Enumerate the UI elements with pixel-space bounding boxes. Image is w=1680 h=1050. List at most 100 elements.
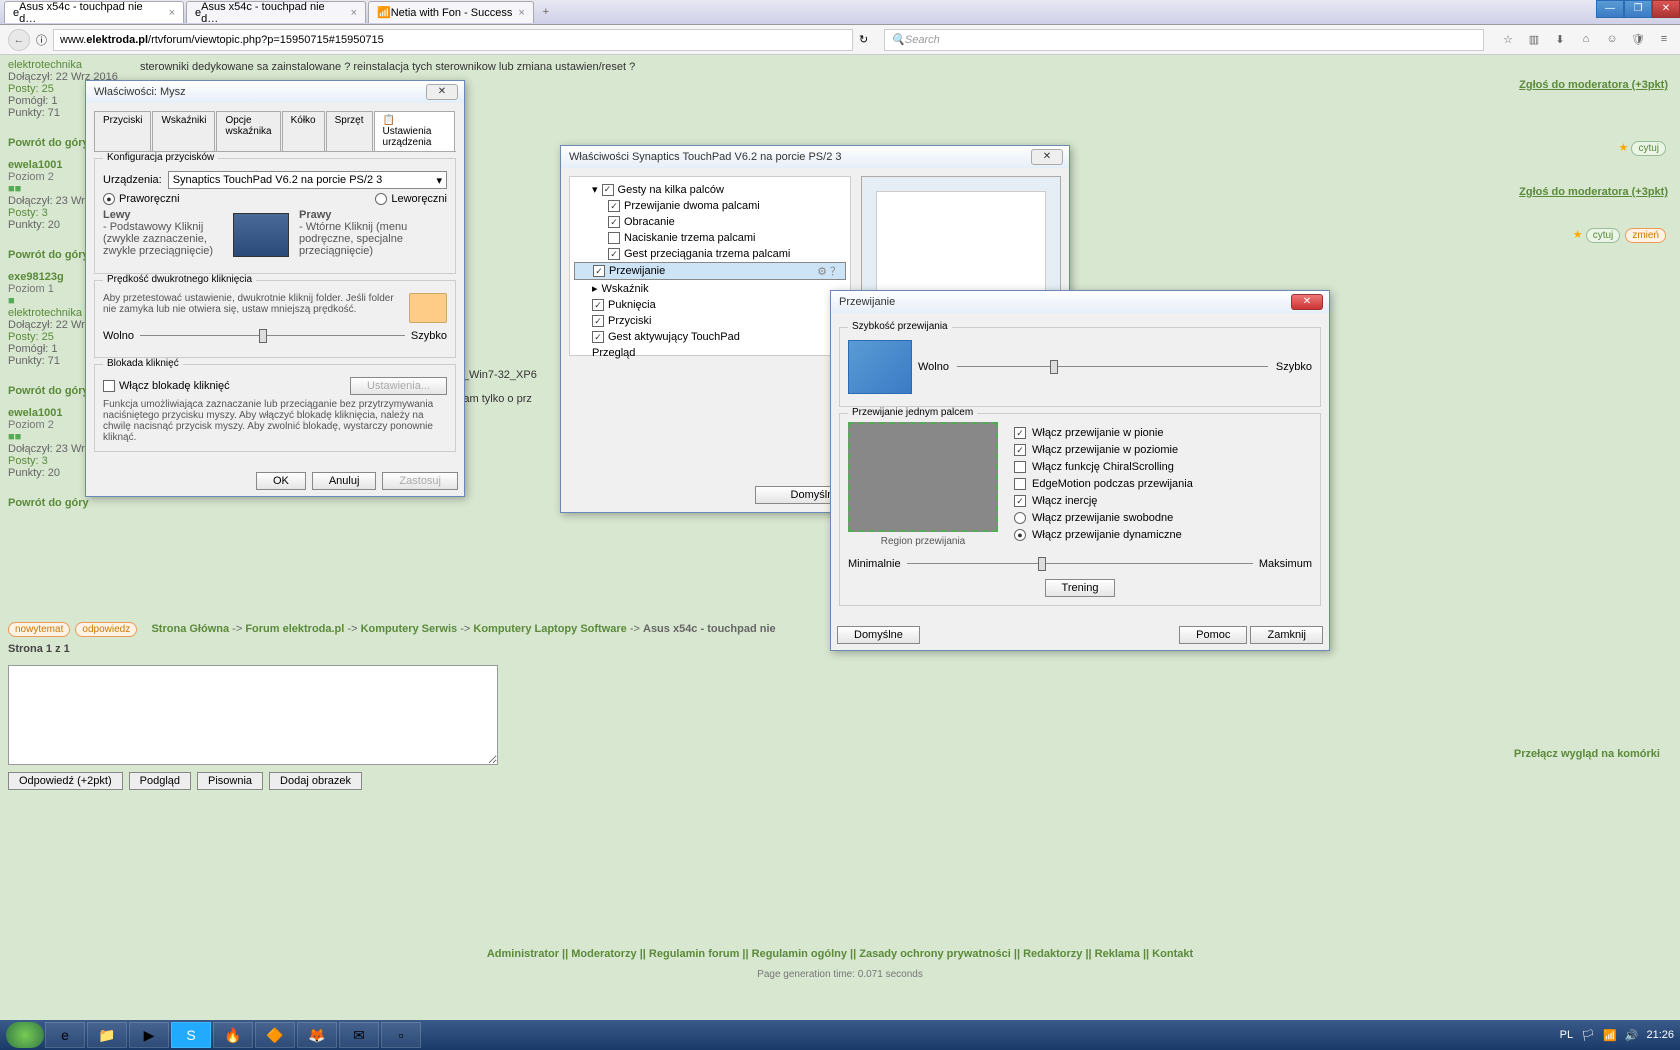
close-icon[interactable]: ✕ bbox=[1291, 294, 1323, 310]
tab-buttons[interactable]: Przyciski bbox=[94, 111, 151, 151]
network-icon[interactable]: 📶 bbox=[1603, 1029, 1617, 1042]
tab-device-settings[interactable]: Ustawienia urządzenia bbox=[374, 111, 455, 151]
tree-item[interactable]: Przegląd bbox=[574, 345, 846, 361]
tab-pointers[interactable]: Wskaźniki bbox=[152, 111, 215, 151]
clicklock-checkbox[interactable]: Włącz blokadę kliknięć bbox=[103, 380, 230, 392]
breadcrumb[interactable]: Forum elektroda.pl bbox=[245, 623, 344, 635]
close-icon[interactable]: ✕ bbox=[426, 84, 458, 100]
quote-button[interactable]: cytuj bbox=[1586, 228, 1621, 243]
cancel-button[interactable]: Anuluj bbox=[312, 472, 377, 490]
tree-item[interactable]: ✓Przewijanie dwoma palcami bbox=[574, 198, 846, 214]
home-icon[interactable]: ⌂ bbox=[1578, 33, 1594, 46]
downloads-icon[interactable]: ⬇ bbox=[1552, 33, 1568, 46]
training-button[interactable]: Trening bbox=[1045, 579, 1116, 597]
system-tray[interactable]: PL 🏳 📶 🔊 21:26 bbox=[1560, 1029, 1674, 1042]
min-max-slider[interactable] bbox=[907, 555, 1253, 573]
user-name[interactable]: elektrotechnika bbox=[8, 59, 138, 71]
taskbar-firefox[interactable]: 🦊 bbox=[297, 1022, 337, 1048]
dialog-title[interactable]: Przewijanie ✕ bbox=[831, 291, 1329, 313]
info-icon[interactable]: ⓘ bbox=[36, 32, 47, 48]
tree-item[interactable]: ✓Puknięcia bbox=[574, 297, 846, 313]
ok-button[interactable]: OK bbox=[256, 472, 306, 490]
reply-textarea[interactable] bbox=[8, 665, 498, 765]
scroll-speed-slider[interactable] bbox=[957, 358, 1268, 376]
search-input[interactable]: 🔍 Search bbox=[884, 29, 1484, 51]
tab-1[interactable]: e Asus x54c - touchpad nie d…× bbox=[4, 1, 184, 23]
tree-item[interactable]: ▸Wskaźnik bbox=[574, 280, 846, 297]
scroll-mode-radio[interactable]: ●Włącz przewijanie dynamiczne bbox=[1014, 529, 1312, 541]
close-icon[interactable]: × bbox=[518, 7, 524, 19]
tree-item[interactable]: ✓Gest aktywujący TouchPad bbox=[574, 329, 846, 345]
scroll-option-checkbox[interactable]: ✓Włącz inercję bbox=[1014, 495, 1312, 507]
tab-pointer-options[interactable]: Opcje wskaźnika bbox=[216, 111, 280, 151]
close-icon[interactable]: ✕ bbox=[1031, 149, 1063, 165]
help-button[interactable]: Pomoc bbox=[1179, 626, 1247, 644]
tab-wheel[interactable]: Kółko bbox=[282, 111, 325, 151]
tree-item[interactable]: ✓Obracanie bbox=[574, 214, 846, 230]
scroll-mode-radio[interactable]: Włącz przewijanie swobodne bbox=[1014, 512, 1312, 524]
taskbar-app[interactable]: ✉ bbox=[339, 1022, 379, 1048]
reload-button[interactable]: ↻ bbox=[859, 33, 868, 46]
breadcrumb[interactable]: Komputery Serwis bbox=[361, 623, 458, 635]
tree-item[interactable]: Naciskanie trzema palcami bbox=[574, 230, 846, 246]
reply-button[interactable]: odpowiedz bbox=[75, 622, 137, 637]
scroll-region-image[interactable] bbox=[848, 422, 998, 532]
volume-icon[interactable]: 🔊 bbox=[1625, 1029, 1639, 1042]
breadcrumb-home[interactable]: Strona Główna bbox=[151, 623, 229, 635]
report-link[interactable]: Zgłoś do moderatora (+3pkt) bbox=[1519, 186, 1668, 198]
taskbar-app[interactable]: 🔥 bbox=[213, 1022, 253, 1048]
tab-3[interactable]: 📶 Netia with Fon - Success× bbox=[368, 1, 534, 23]
scroll-option-checkbox[interactable]: Włącz funkcję ChiralScrolling bbox=[1014, 461, 1312, 473]
switch-view-link[interactable]: Przełącz wygląd na komórki bbox=[1514, 748, 1660, 760]
preview-button[interactable]: Podgląd bbox=[129, 772, 191, 790]
menu-icon[interactable]: ≡ bbox=[1656, 33, 1672, 46]
device-select[interactable]: Synaptics TouchPad V6.2 na porcie PS/2 3… bbox=[168, 171, 447, 189]
pocket-icon[interactable]: ▥ bbox=[1526, 33, 1542, 46]
quote-button[interactable]: cytuj bbox=[1631, 141, 1666, 156]
back-button[interactable]: ← bbox=[8, 29, 30, 51]
taskbar-app[interactable]: ▫ bbox=[381, 1022, 421, 1048]
close-icon[interactable]: × bbox=[351, 7, 357, 19]
taskbar-app[interactable]: 🔶 bbox=[255, 1022, 295, 1048]
dialog-title[interactable]: Właściwości Synaptics TouchPad V6.2 na p… bbox=[561, 146, 1069, 168]
close-button[interactable]: Zamknij bbox=[1250, 626, 1323, 644]
scroll-option-checkbox[interactable]: ✓Włącz przewijanie w poziomie bbox=[1014, 444, 1312, 456]
url-input[interactable]: www.elektroda.pl/rtvforum/viewtopic.php?… bbox=[53, 29, 853, 51]
tab-2[interactable]: e Asus x54c - touchpad nie d…× bbox=[186, 1, 366, 23]
right-handed-radio[interactable]: ●Praworęczni bbox=[103, 193, 180, 205]
flag-icon[interactable]: 🏳 bbox=[1581, 1029, 1595, 1042]
lang-indicator[interactable]: PL bbox=[1560, 1029, 1573, 1041]
minimize-button[interactable]: — bbox=[1596, 0, 1624, 18]
tree-item[interactable]: ▾✓Gesty na kilka palców bbox=[574, 181, 846, 198]
taskbar-app[interactable]: ▶ bbox=[129, 1022, 169, 1048]
new-tab-button[interactable]: + bbox=[536, 6, 556, 18]
taskbar-ie[interactable]: e bbox=[45, 1022, 85, 1048]
smile-icon[interactable]: ☺ bbox=[1604, 33, 1620, 46]
footer-links[interactable]: Administrator || Moderatorzy || Regulami… bbox=[0, 948, 1680, 960]
tree-item[interactable]: ✓Gest przeciągania trzema palcami bbox=[574, 246, 846, 262]
start-button[interactable] bbox=[6, 1022, 44, 1048]
new-topic-button[interactable]: nowytemat bbox=[8, 622, 70, 637]
scroll-option-checkbox[interactable]: EdgeMotion podczas przewijania bbox=[1014, 478, 1312, 490]
folder-icon[interactable] bbox=[409, 293, 447, 323]
maximize-button[interactable]: ❐ bbox=[1624, 0, 1652, 18]
tree-item[interactable]: ✓Przyciski bbox=[574, 313, 846, 329]
scroll-option-checkbox[interactable]: ✓Włącz przewijanie w pionie bbox=[1014, 427, 1312, 439]
shield-icon[interactable]: 🛡 bbox=[1630, 33, 1646, 46]
bookmark-icon[interactable]: ☆ bbox=[1500, 33, 1516, 46]
tree-item[interactable]: ✓Przewijanie⚙ ？ bbox=[574, 262, 846, 280]
breadcrumb[interactable]: Komputery Laptopy Software bbox=[473, 623, 626, 635]
tab-hardware[interactable]: Sprzęt bbox=[326, 111, 373, 151]
doubleclick-speed-slider[interactable] bbox=[140, 327, 405, 345]
add-image-button[interactable]: Dodaj obrazek bbox=[269, 772, 362, 790]
default-button[interactable]: Domyślne bbox=[837, 626, 920, 644]
close-button[interactable]: ✕ bbox=[1652, 0, 1680, 18]
submit-reply-button[interactable]: Odpowiedź (+2pkt) bbox=[8, 772, 123, 790]
taskbar-explorer[interactable]: 📁 bbox=[87, 1022, 127, 1048]
left-handed-radio[interactable]: Leworęczni bbox=[375, 193, 447, 205]
dialog-title[interactable]: Właściwości: Mysz ✕ bbox=[86, 81, 464, 103]
report-link[interactable]: Zgłoś do moderatora (+3pkt) bbox=[1519, 79, 1668, 91]
close-icon[interactable]: × bbox=[169, 7, 175, 19]
taskbar-skype[interactable]: S bbox=[171, 1022, 211, 1048]
spellcheck-button[interactable]: Pisownia bbox=[197, 772, 263, 790]
